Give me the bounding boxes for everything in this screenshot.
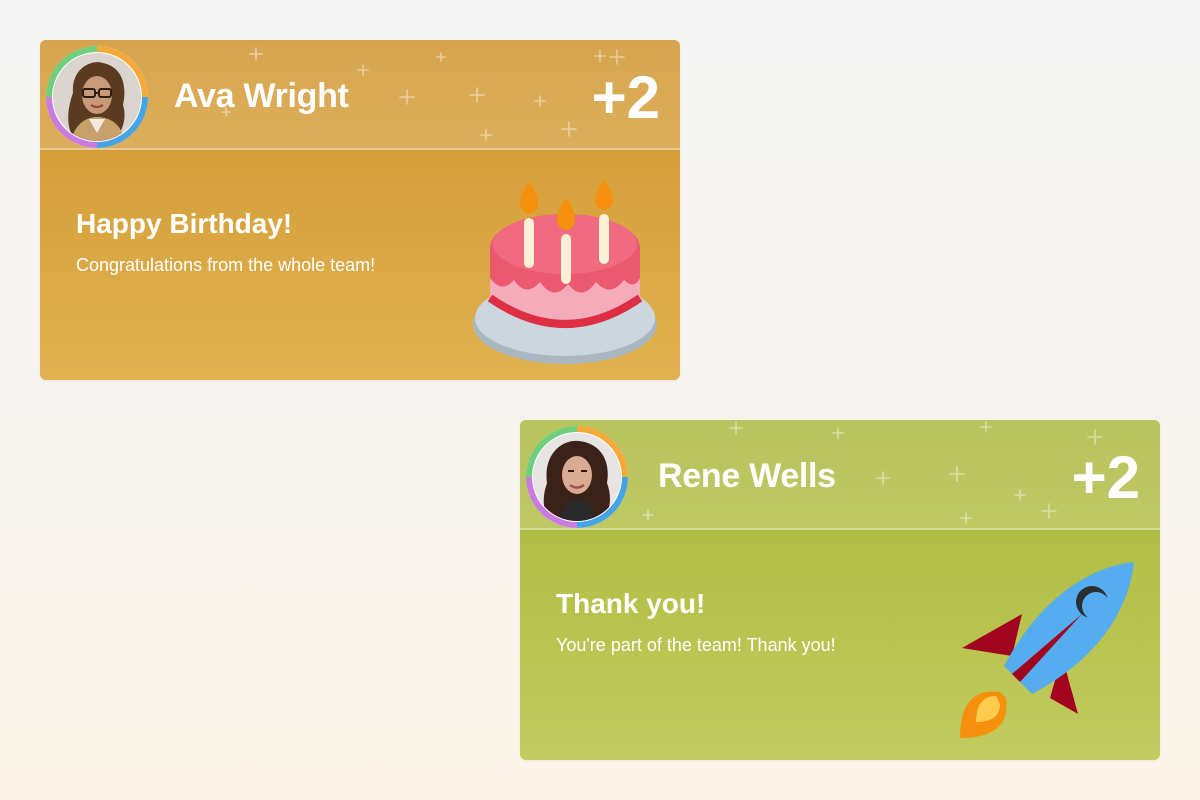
rocket-icon [960,562,1134,738]
card-header: Ava Wright +2 [40,40,680,150]
additional-count-badge[interactable]: +2 [1072,446,1140,510]
message-text: You're part of the team! Thank you! [556,635,836,655]
birthday-cake-icon [473,180,657,364]
additional-count-badge[interactable]: +2 [592,66,660,130]
thank-you-card[interactable]: Rene Wells +2 Thank you! You're part of … [520,420,1160,760]
avatar-photo [533,433,621,521]
message-text: Congratulations from the whole team! [76,255,376,275]
person-name: Ava Wright [174,77,349,115]
avatar[interactable] [523,423,631,531]
birthday-card[interactable]: Ava Wright +2 Happy Birthday! Congratula… [40,40,680,380]
card-header: Rene Wells +2 [520,420,1160,530]
message-title: Happy Birthday! [76,208,293,239]
message-title: Thank you! [556,588,706,619]
avatar[interactable] [43,43,151,151]
avatar-photo [53,53,141,141]
person-name: Rene Wells [658,457,836,495]
